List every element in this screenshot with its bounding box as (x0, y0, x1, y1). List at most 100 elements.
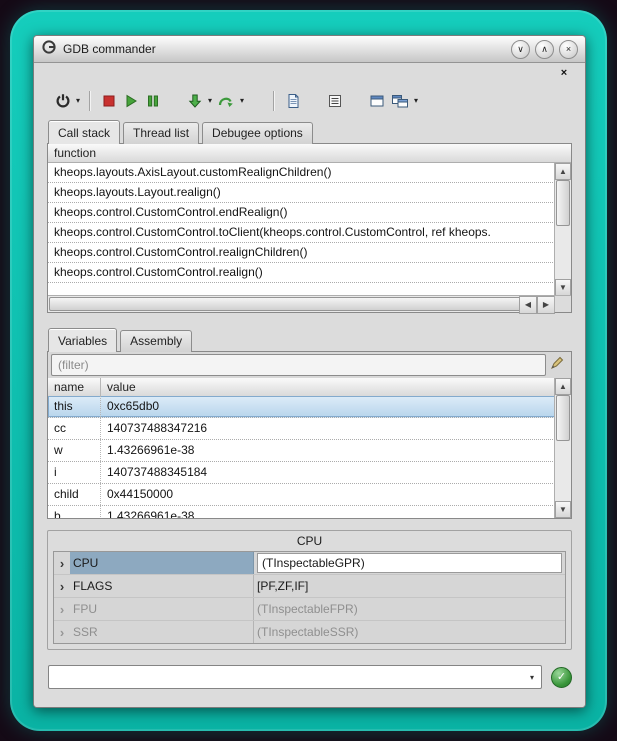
expand-arrow-icon[interactable]: › (54, 552, 70, 574)
variable-row[interactable]: child 0x44150000 (48, 484, 555, 506)
command-input[interactable] (49, 666, 523, 688)
filter-input[interactable] (51, 354, 546, 376)
cpu-groupbox-title: CPU (48, 534, 571, 548)
expand-arrow-icon[interactable]: › (54, 598, 70, 620)
view-list-button[interactable] (324, 88, 346, 114)
continue-button[interactable] (120, 88, 142, 114)
variables-vertical-scrollbar[interactable]: ▲ ▼ (554, 378, 571, 518)
step-into-button[interactable] (184, 88, 206, 114)
titlebar[interactable]: GDB commander ∨ ∧ × (34, 36, 585, 63)
expand-arrow-icon[interactable]: › (54, 575, 70, 597)
variable-value: 0x44150000 (101, 484, 555, 505)
expand-arrow-icon[interactable]: › (54, 621, 70, 643)
cpu-row-value-cell: (TInspectableGPR) (254, 552, 565, 574)
scrollbar-thumb[interactable] (556, 395, 570, 441)
cpu-row-name: CPU (70, 552, 254, 574)
variables-tabbar: Variables Assembly (47, 327, 572, 351)
tab-variables[interactable]: Variables (48, 328, 117, 352)
titlebar-buttons: ∨ ∧ × (511, 40, 578, 59)
filter-options-button[interactable] (546, 355, 568, 376)
toolbar-separator (273, 91, 275, 111)
variable-name: child (48, 484, 101, 505)
callstack-row[interactable]: kheops.layouts.AxisLayout.customRealignC… (48, 163, 555, 183)
step-over-button[interactable] (214, 88, 238, 114)
variable-row[interactable]: this 0xc65db0 (48, 396, 555, 418)
halt-button[interactable] (98, 88, 120, 114)
variable-name: this (48, 396, 101, 417)
scroll-right-icon[interactable]: ▶ (537, 296, 555, 314)
maximize-button[interactable]: ∧ (535, 40, 554, 59)
view-windows-dropdown-icon[interactable]: ▾ (412, 97, 420, 105)
start-stop-button[interactable] (52, 88, 74, 114)
variable-value: 1.43266961e-38 (101, 440, 555, 461)
cpu-groupbox: CPU › CPU (TInspectableGPR) › FLAGS [PF,… (47, 530, 572, 650)
callstack-row[interactable]: kheops.control.CustomControl.realign() (48, 263, 555, 283)
scrollbar-thumb[interactable] (556, 180, 570, 226)
app-icon (41, 39, 57, 60)
check-icon: ✓ (557, 672, 566, 683)
scroll-down-icon[interactable]: ▼ (555, 501, 571, 518)
callstack-row[interactable]: kheops.layouts.Layout.realign() (48, 183, 555, 203)
column-header-name[interactable]: name (48, 378, 101, 396)
variable-name: b (48, 506, 101, 518)
tab-assembly[interactable]: Assembly (120, 330, 192, 352)
callstack-vertical-scrollbar[interactable]: ▲ ▼ (554, 163, 571, 296)
windows-icon (391, 93, 409, 109)
scrollbar-corner (554, 295, 571, 312)
tab-call-stack[interactable]: Call stack (48, 120, 120, 144)
scroll-up-icon[interactable]: ▲ (555, 378, 571, 395)
cpu-value-field[interactable]: (TInspectableGPR) (257, 553, 562, 573)
dock-close-icon[interactable]: × (556, 67, 572, 79)
close-button[interactable]: × (559, 40, 578, 59)
view-memory-button[interactable] (366, 88, 388, 114)
start-stop-dropdown-icon[interactable]: ▾ (74, 97, 82, 105)
variable-name: w (48, 440, 101, 461)
step-over-dropdown-icon[interactable]: ▾ (238, 97, 246, 105)
cpu-inspector: › CPU (TInspectableGPR) › FLAGS [PF,ZF,I… (53, 551, 566, 644)
command-combobox[interactable]: ▾ (48, 665, 542, 689)
view-source-button[interactable] (282, 88, 304, 114)
cpu-row-name: FLAGS (70, 575, 254, 597)
scroll-up-icon[interactable]: ▲ (555, 163, 571, 180)
tab-debugee-options[interactable]: Debugee options (202, 122, 313, 144)
callstack-row[interactable]: kheops.control.CustomControl.realignChil… (48, 243, 555, 263)
gdb-commander-window: GDB commander ∨ ∧ × × (33, 35, 586, 708)
variable-row[interactable]: w 1.43266961e-38 (48, 440, 555, 462)
tab-thread-list[interactable]: Thread list (123, 122, 199, 144)
step-into-dropdown-icon[interactable]: ▾ (206, 97, 214, 105)
command-row: ▾ ✓ (47, 665, 572, 689)
variable-value: 0xc65db0 (101, 396, 555, 417)
cpu-row-flags[interactable]: › FLAGS [PF,ZF,IF] (54, 575, 565, 598)
view-windows-button[interactable] (388, 88, 412, 114)
filter-row (48, 352, 571, 378)
cpu-row-name: FPU (70, 598, 254, 620)
panel-splitter[interactable] (47, 313, 572, 327)
scrollbar-thumb[interactable] (49, 297, 521, 311)
variable-name: i (48, 462, 101, 483)
cpu-row-ssr[interactable]: › SSR (TInspectableSSR) (54, 621, 565, 643)
cpu-row-cpu[interactable]: › CPU (TInspectableGPR) (54, 552, 565, 575)
callstack-row[interactable]: kheops.control.CustomControl.toClient(kh… (48, 223, 555, 243)
cpu-row-name: SSR (70, 621, 254, 643)
callstack-row[interactable]: kheops.control.CustomControl.endRealign(… (48, 203, 555, 223)
cpu-row-value: (TInspectableFPR) (254, 598, 565, 620)
minimize-button[interactable]: ∨ (511, 40, 530, 59)
window-frame: GDB commander ∨ ∧ × × (10, 10, 607, 731)
scroll-left-icon[interactable]: ◀ (519, 296, 537, 314)
combo-dropdown-icon[interactable]: ▾ (523, 666, 541, 688)
variable-row[interactable]: cc 140737488347216 (48, 418, 555, 440)
variable-row[interactable]: i 140737488345184 (48, 462, 555, 484)
play-icon (123, 93, 139, 109)
variable-value: 140737488345184 (101, 462, 555, 483)
callstack-horizontal-scrollbar[interactable]: ◀ ▶ (48, 295, 555, 312)
send-command-button[interactable]: ✓ (551, 667, 572, 688)
scroll-down-icon[interactable]: ▼ (555, 279, 571, 296)
dock-header: × (47, 63, 572, 83)
callstack-column-header[interactable]: function (48, 144, 571, 163)
pause-button[interactable] (142, 88, 164, 114)
variable-row[interactable]: b 1.43266961e-38 (48, 506, 555, 518)
cpu-row-fpu[interactable]: › FPU (TInspectableFPR) (54, 598, 565, 621)
variable-value: 1.43266961e-38 (101, 506, 555, 518)
variable-name: cc (48, 418, 101, 439)
column-header-value[interactable]: value (101, 378, 555, 396)
